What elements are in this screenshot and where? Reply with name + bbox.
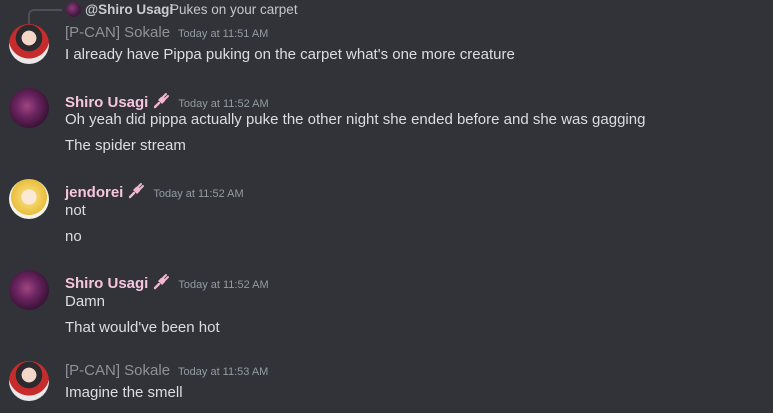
timestamp: Today at 11:53 AM	[178, 366, 269, 378]
message-text: Oh yeah did pippa actually puke the othe…	[65, 111, 646, 128]
message-text: Imagine the smell	[65, 384, 183, 401]
chat-messages: @Shiro Usagi Pukes on your carpet [P-CAN…	[0, 0, 773, 413]
reply-avatar[interactable]	[66, 2, 81, 17]
author-name[interactable]: Shiro Usagi	[65, 275, 148, 292]
author-name[interactable]: jendorei	[65, 184, 123, 201]
message-text: Damn	[65, 293, 106, 310]
author-name[interactable]: [P-CAN] Sokale	[65, 24, 170, 41]
plug-icon[interactable]	[152, 92, 170, 110]
message-text: not	[65, 202, 86, 219]
message-text: That would've been hot	[65, 319, 220, 336]
plug-icon[interactable]	[127, 182, 145, 200]
avatar[interactable]	[9, 24, 49, 64]
avatar[interactable]	[9, 88, 49, 128]
avatar[interactable]	[9, 179, 49, 219]
reply-spine	[28, 9, 62, 25]
author-name[interactable]: [P-CAN] Sokale	[65, 362, 170, 379]
timestamp: Today at 11:52 AM	[178, 98, 269, 110]
avatar[interactable]	[9, 270, 49, 310]
plug-icon[interactable]	[152, 273, 170, 291]
author-name[interactable]: Shiro Usagi	[65, 94, 148, 111]
timestamp: Today at 11:52 AM	[178, 279, 269, 291]
timestamp: Today at 11:52 AM	[153, 188, 244, 200]
timestamp: Today at 11:51 AM	[178, 28, 269, 40]
message-text: The spider stream	[65, 137, 186, 154]
reply-author[interactable]: @Shiro Usagi	[85, 2, 173, 17]
message-text: I already have Pippa puking on the carpe…	[65, 46, 515, 63]
avatar[interactable]	[9, 361, 49, 401]
reply-preview-text[interactable]: Pukes on your carpet	[170, 2, 298, 17]
message-text: no	[65, 228, 82, 245]
